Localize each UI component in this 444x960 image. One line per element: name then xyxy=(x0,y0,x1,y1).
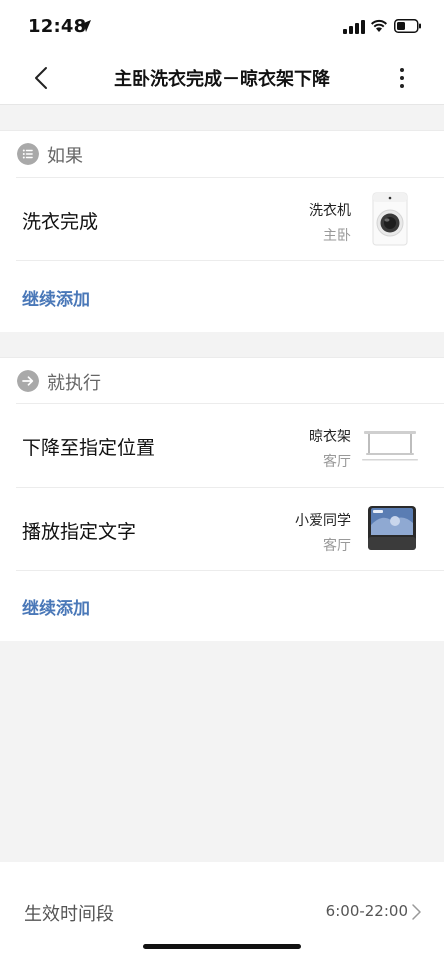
action-room-name: 客厅 xyxy=(323,538,351,554)
home-indicator xyxy=(143,944,301,949)
then-add-row: 继续添加 xyxy=(0,570,444,641)
action-device-name: 晾衣架 xyxy=(309,429,351,445)
add-action-link[interactable]: 继续添加 xyxy=(22,594,90,619)
trigger-title: 洗衣完成 xyxy=(22,211,99,233)
action-row-play-text[interactable]: 播放指定文字 小爱同学 客厅 xyxy=(0,487,444,570)
row-divider xyxy=(16,260,444,261)
nav-bar: 主卧洗衣完成－晾衣架下降 xyxy=(0,52,444,105)
page-title: 主卧洗衣完成－晾衣架下降 xyxy=(114,69,330,90)
action-title: 下降至指定位置 xyxy=(22,437,156,459)
arrow-right-circle-icon xyxy=(17,370,39,392)
back-chevron-icon[interactable] xyxy=(28,64,56,92)
then-section-label: 就执行 xyxy=(47,373,101,394)
wifi-icon xyxy=(371,19,387,32)
row-divider xyxy=(16,177,444,178)
chevron-right-icon xyxy=(412,904,421,920)
then-section-header: 就执行 xyxy=(0,357,444,404)
washing-machine-icon xyxy=(372,192,408,246)
trigger-room-name: 主卧 xyxy=(323,228,351,244)
clothes-rack-icon xyxy=(362,431,418,461)
smart-display-icon xyxy=(368,506,416,550)
if-section-header: 如果 xyxy=(0,130,444,177)
more-vertical-icon[interactable] xyxy=(388,64,416,92)
effective-period-value: 6:00-22:00 xyxy=(325,902,408,920)
action-room-name: 客厅 xyxy=(323,454,351,470)
status-bar: 12:48 xyxy=(0,0,444,52)
trigger-device-name: 洗衣机 xyxy=(309,203,351,219)
effective-period-label: 生效时间段 xyxy=(24,904,114,925)
automation-detail-screen: 12:48 主卧洗衣完成－晾衣架下降 如果 洗衣完成 洗衣机 主卧 继续添加 就… xyxy=(0,0,444,960)
action-title: 播放指定文字 xyxy=(22,521,137,543)
battery-icon xyxy=(394,19,421,33)
row-divider xyxy=(16,487,444,488)
cellular-signal-icon xyxy=(343,20,365,34)
row-divider xyxy=(16,570,444,571)
trigger-row-laundry-done[interactable]: 洗衣完成 洗衣机 主卧 xyxy=(0,177,444,260)
action-row-lower-rack[interactable]: 下降至指定位置 晾衣架 客厅 xyxy=(0,403,444,487)
list-icon xyxy=(17,143,39,165)
row-divider xyxy=(16,403,444,404)
action-device-name: 小爱同学 xyxy=(295,513,351,529)
if-section-label: 如果 xyxy=(47,146,83,167)
if-add-row: 继续添加 xyxy=(0,260,444,332)
location-arrow-icon xyxy=(79,20,91,32)
add-trigger-link[interactable]: 继续添加 xyxy=(22,285,90,310)
